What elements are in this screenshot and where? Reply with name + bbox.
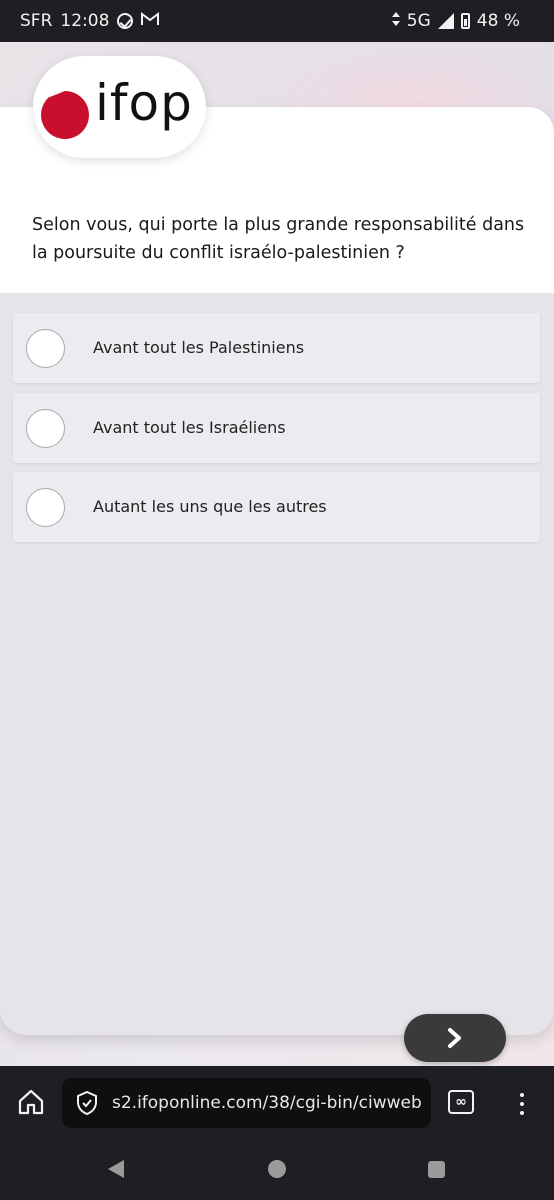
system-nav-bar bbox=[0, 1140, 554, 1200]
network-type: 5G bbox=[406, 11, 431, 31]
data-arrows-icon bbox=[391, 0, 400, 42]
check-circle-icon bbox=[117, 13, 134, 29]
clock: 12:08 bbox=[60, 11, 110, 31]
option-palestiniens[interactable]: Avant tout les Palestiniens bbox=[13, 313, 540, 383]
option-label: Avant tout les Palestiniens bbox=[93, 338, 305, 357]
menu-button[interactable] bbox=[512, 1090, 532, 1118]
url-bar[interactable]: s2.ifoponline.com/38/cgi-bin/ciwweb bbox=[62, 1078, 431, 1128]
shield-icon bbox=[77, 1090, 97, 1116]
ifop-logo-text: ifop bbox=[95, 74, 193, 132]
menu-dot bbox=[520, 1093, 524, 1097]
menu-dot bbox=[520, 1102, 524, 1106]
browser-toolbar: s2.ifoponline.com/38/cgi-bin/ciwweb ∞ bbox=[0, 1066, 554, 1140]
next-button[interactable] bbox=[404, 1014, 506, 1062]
option-label: Autant les uns que les autres bbox=[93, 497, 327, 516]
infinity-icon: ∞ bbox=[455, 1094, 467, 1110]
radio-button[interactable] bbox=[26, 488, 65, 527]
back-icon[interactable] bbox=[108, 1160, 124, 1178]
survey-card: Selon vous, qui porte la plus grande res… bbox=[0, 107, 554, 1035]
signal-icon bbox=[437, 13, 454, 29]
carrier-label: SFR bbox=[20, 11, 53, 31]
survey-page: Selon vous, qui porte la plus grande res… bbox=[0, 42, 554, 1066]
status-left: SFR 12:08 bbox=[20, 0, 160, 42]
status-bar: SFR 12:08 5G 48 % bbox=[0, 0, 554, 42]
battery-icon bbox=[460, 13, 470, 29]
menu-dot bbox=[520, 1111, 524, 1115]
private-tabs-button[interactable]: ∞ bbox=[448, 1090, 474, 1114]
battery-percent: 48 % bbox=[476, 11, 520, 31]
url-text: s2.ifoponline.com/38/cgi-bin/ciwweb bbox=[112, 1093, 422, 1113]
radio-button[interactable] bbox=[26, 329, 65, 368]
chevron-right-icon bbox=[448, 1028, 461, 1048]
recent-apps-icon[interactable] bbox=[428, 1161, 445, 1178]
option-israeliens[interactable]: Avant tout les Israéliens bbox=[13, 393, 540, 463]
question-text: Selon vous, qui porte la plus grande res… bbox=[32, 215, 525, 263]
ifop-logo: ifop bbox=[33, 56, 206, 158]
home-icon bbox=[18, 1089, 44, 1115]
radio-button[interactable] bbox=[26, 409, 65, 448]
home-nav-icon[interactable] bbox=[268, 1160, 286, 1178]
ifop-logo-mark bbox=[41, 91, 89, 139]
option-label: Avant tout les Israéliens bbox=[93, 418, 286, 437]
option-autant[interactable]: Autant les uns que les autres bbox=[13, 472, 540, 542]
gmail-icon bbox=[141, 0, 160, 42]
home-button[interactable] bbox=[17, 1088, 45, 1116]
status-right: 5G 48 % bbox=[391, 0, 520, 42]
